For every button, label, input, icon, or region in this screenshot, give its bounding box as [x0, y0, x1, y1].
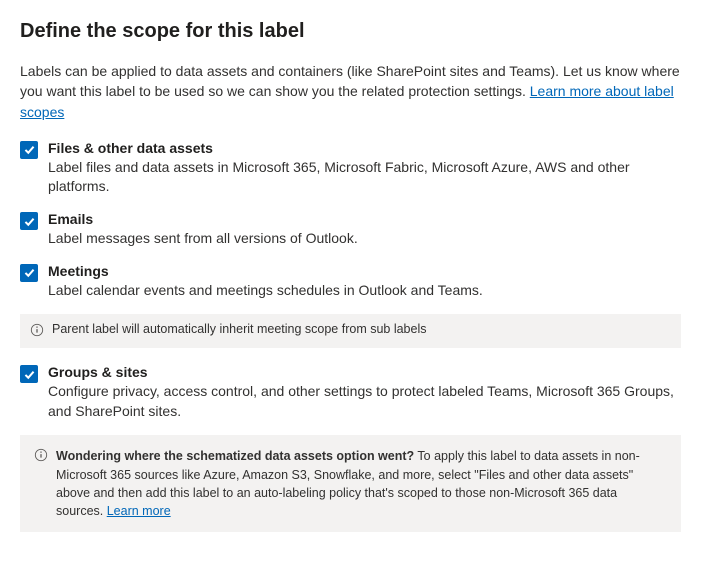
option-desc: Configure privacy, access control, and o…	[48, 382, 681, 421]
inherit-info-text: Parent label will automatically inherit …	[52, 322, 427, 336]
option-desc: Label files and data assets in Microsoft…	[48, 158, 681, 197]
option-files: Files & other data assets Label files an…	[20, 140, 681, 197]
checkmark-icon	[23, 143, 36, 156]
info-icon	[34, 448, 48, 467]
option-groups: Groups & sites Configure privacy, access…	[20, 364, 681, 421]
option-meetings: Meetings Label calendar events and meeti…	[20, 263, 681, 301]
option-title: Emails	[48, 211, 681, 227]
checkbox-emails[interactable]	[20, 212, 38, 230]
checkbox-groups[interactable]	[20, 365, 38, 383]
option-title: Meetings	[48, 263, 681, 279]
option-title: Files & other data assets	[48, 140, 681, 156]
checkmark-icon	[23, 266, 36, 279]
inherit-info-bar: Parent label will automatically inherit …	[20, 314, 681, 348]
schematized-bold: Wondering where the schematized data ass…	[56, 449, 414, 463]
option-desc: Label calendar events and meetings sched…	[48, 281, 681, 301]
learn-more-schematized-link[interactable]: Learn more	[107, 504, 171, 518]
intro-text: Labels can be applied to data assets and…	[20, 61, 681, 122]
checkmark-icon	[23, 215, 36, 228]
checkmark-icon	[23, 368, 36, 381]
option-title: Groups & sites	[48, 364, 681, 380]
page-title: Define the scope for this label	[20, 20, 681, 43]
option-desc: Label messages sent from all versions of…	[48, 229, 681, 249]
checkbox-files[interactable]	[20, 141, 38, 159]
schematized-info-bar: Wondering where the schematized data ass…	[20, 435, 681, 532]
schematized-info-text: Wondering where the schematized data ass…	[56, 447, 667, 520]
checkbox-meetings[interactable]	[20, 264, 38, 282]
info-icon	[30, 323, 44, 340]
option-emails: Emails Label messages sent from all vers…	[20, 211, 681, 249]
